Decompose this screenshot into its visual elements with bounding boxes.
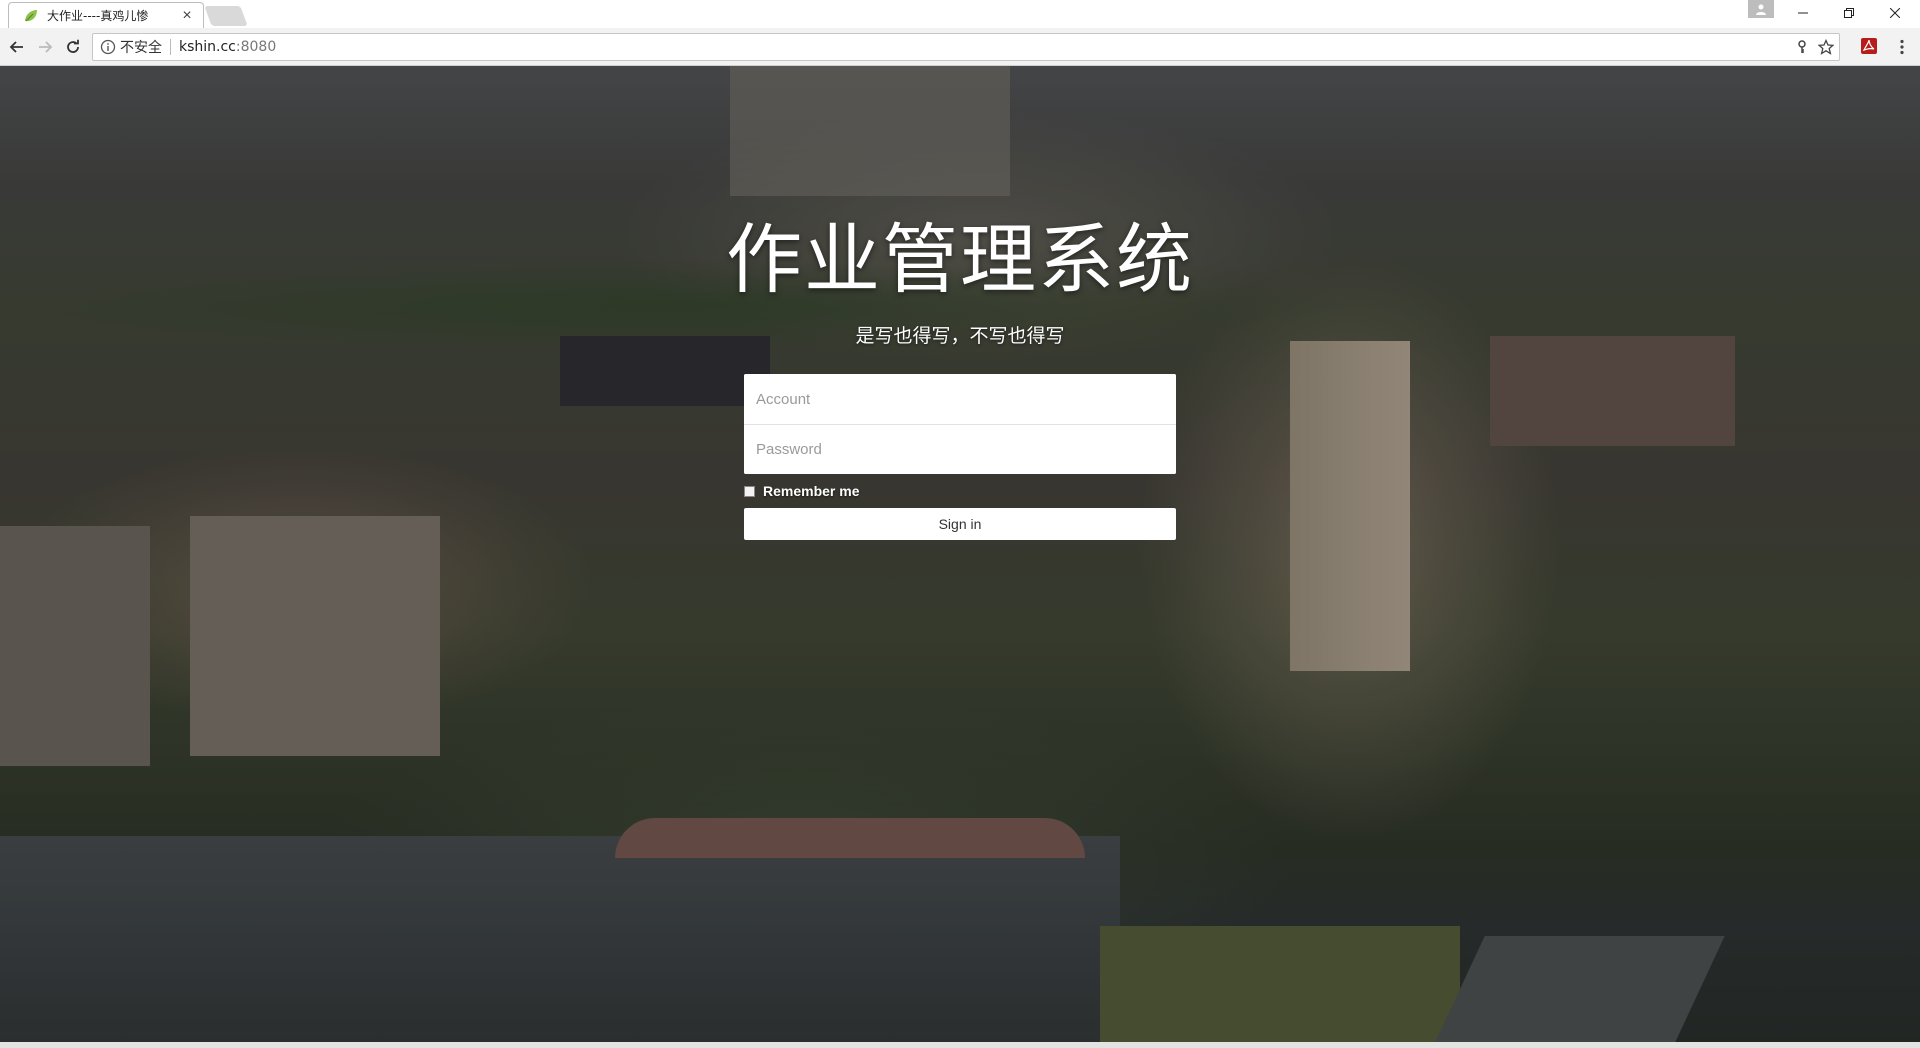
- login-form: Remember me Sign in: [744, 374, 1176, 540]
- back-icon: [9, 41, 23, 53]
- menu-icon[interactable]: [1892, 37, 1912, 57]
- address-bar[interactable]: 不安全 kshin.cc:8080: [92, 33, 1840, 61]
- forward-button[interactable]: [34, 36, 56, 58]
- info-icon[interactable]: [100, 39, 116, 55]
- maximize-icon: [1844, 8, 1854, 18]
- key-icon[interactable]: [1793, 38, 1811, 56]
- user-icon[interactable]: [1748, 0, 1774, 18]
- browser-titlebar: 大作业----真鸡儿惨 ×: [0, 0, 1920, 28]
- tab-title: 大作业----真鸡儿惨: [47, 9, 149, 23]
- url-port: :8080: [235, 39, 277, 55]
- login-page: 作业管理系统 是写也得写，不写也得写 Remember me Sign in: [0, 66, 1920, 1042]
- url-host: kshin.cc: [179, 39, 236, 55]
- page-title: 作业管理系统: [726, 215, 1194, 304]
- password-input[interactable]: [744, 424, 1176, 474]
- page-subtitle: 是写也得写，不写也得写: [855, 325, 1065, 347]
- address-actions: [1793, 38, 1835, 56]
- address-separator: [170, 39, 171, 55]
- forward-icon: [39, 41, 53, 53]
- close-icon[interactable]: ×: [179, 7, 195, 24]
- minimize-icon: [1798, 12, 1808, 14]
- reload-button[interactable]: [62, 36, 84, 58]
- star-icon[interactable]: [1817, 38, 1835, 56]
- remember-me-label[interactable]: Remember me: [763, 483, 860, 499]
- back-button[interactable]: [6, 36, 28, 58]
- window-close-button[interactable]: [1872, 0, 1918, 26]
- credentials-group: [744, 374, 1176, 474]
- new-tab-button[interactable]: [204, 6, 248, 26]
- sign-in-button[interactable]: Sign in: [744, 508, 1176, 540]
- pdf-extension-icon[interactable]: [1860, 37, 1880, 57]
- remember-me-row: Remember me: [744, 482, 1176, 500]
- minimize-button[interactable]: [1780, 0, 1826, 26]
- security-label[interactable]: 不安全: [120, 37, 162, 57]
- browser-tab[interactable]: 大作业----真鸡儿惨 ×: [8, 2, 204, 28]
- remember-me-checkbox[interactable]: [744, 485, 755, 497]
- url-text[interactable]: kshin.cc:8080: [179, 39, 276, 55]
- reload-icon: [67, 39, 79, 53]
- leaf-favicon-icon: [25, 9, 37, 21]
- browser-toolbar: 不安全 kshin.cc:8080: [0, 28, 1920, 66]
- close-icon: [1890, 8, 1900, 18]
- status-bar: [0, 1042, 1920, 1048]
- account-input[interactable]: [744, 374, 1176, 424]
- maximize-button[interactable]: [1826, 0, 1872, 26]
